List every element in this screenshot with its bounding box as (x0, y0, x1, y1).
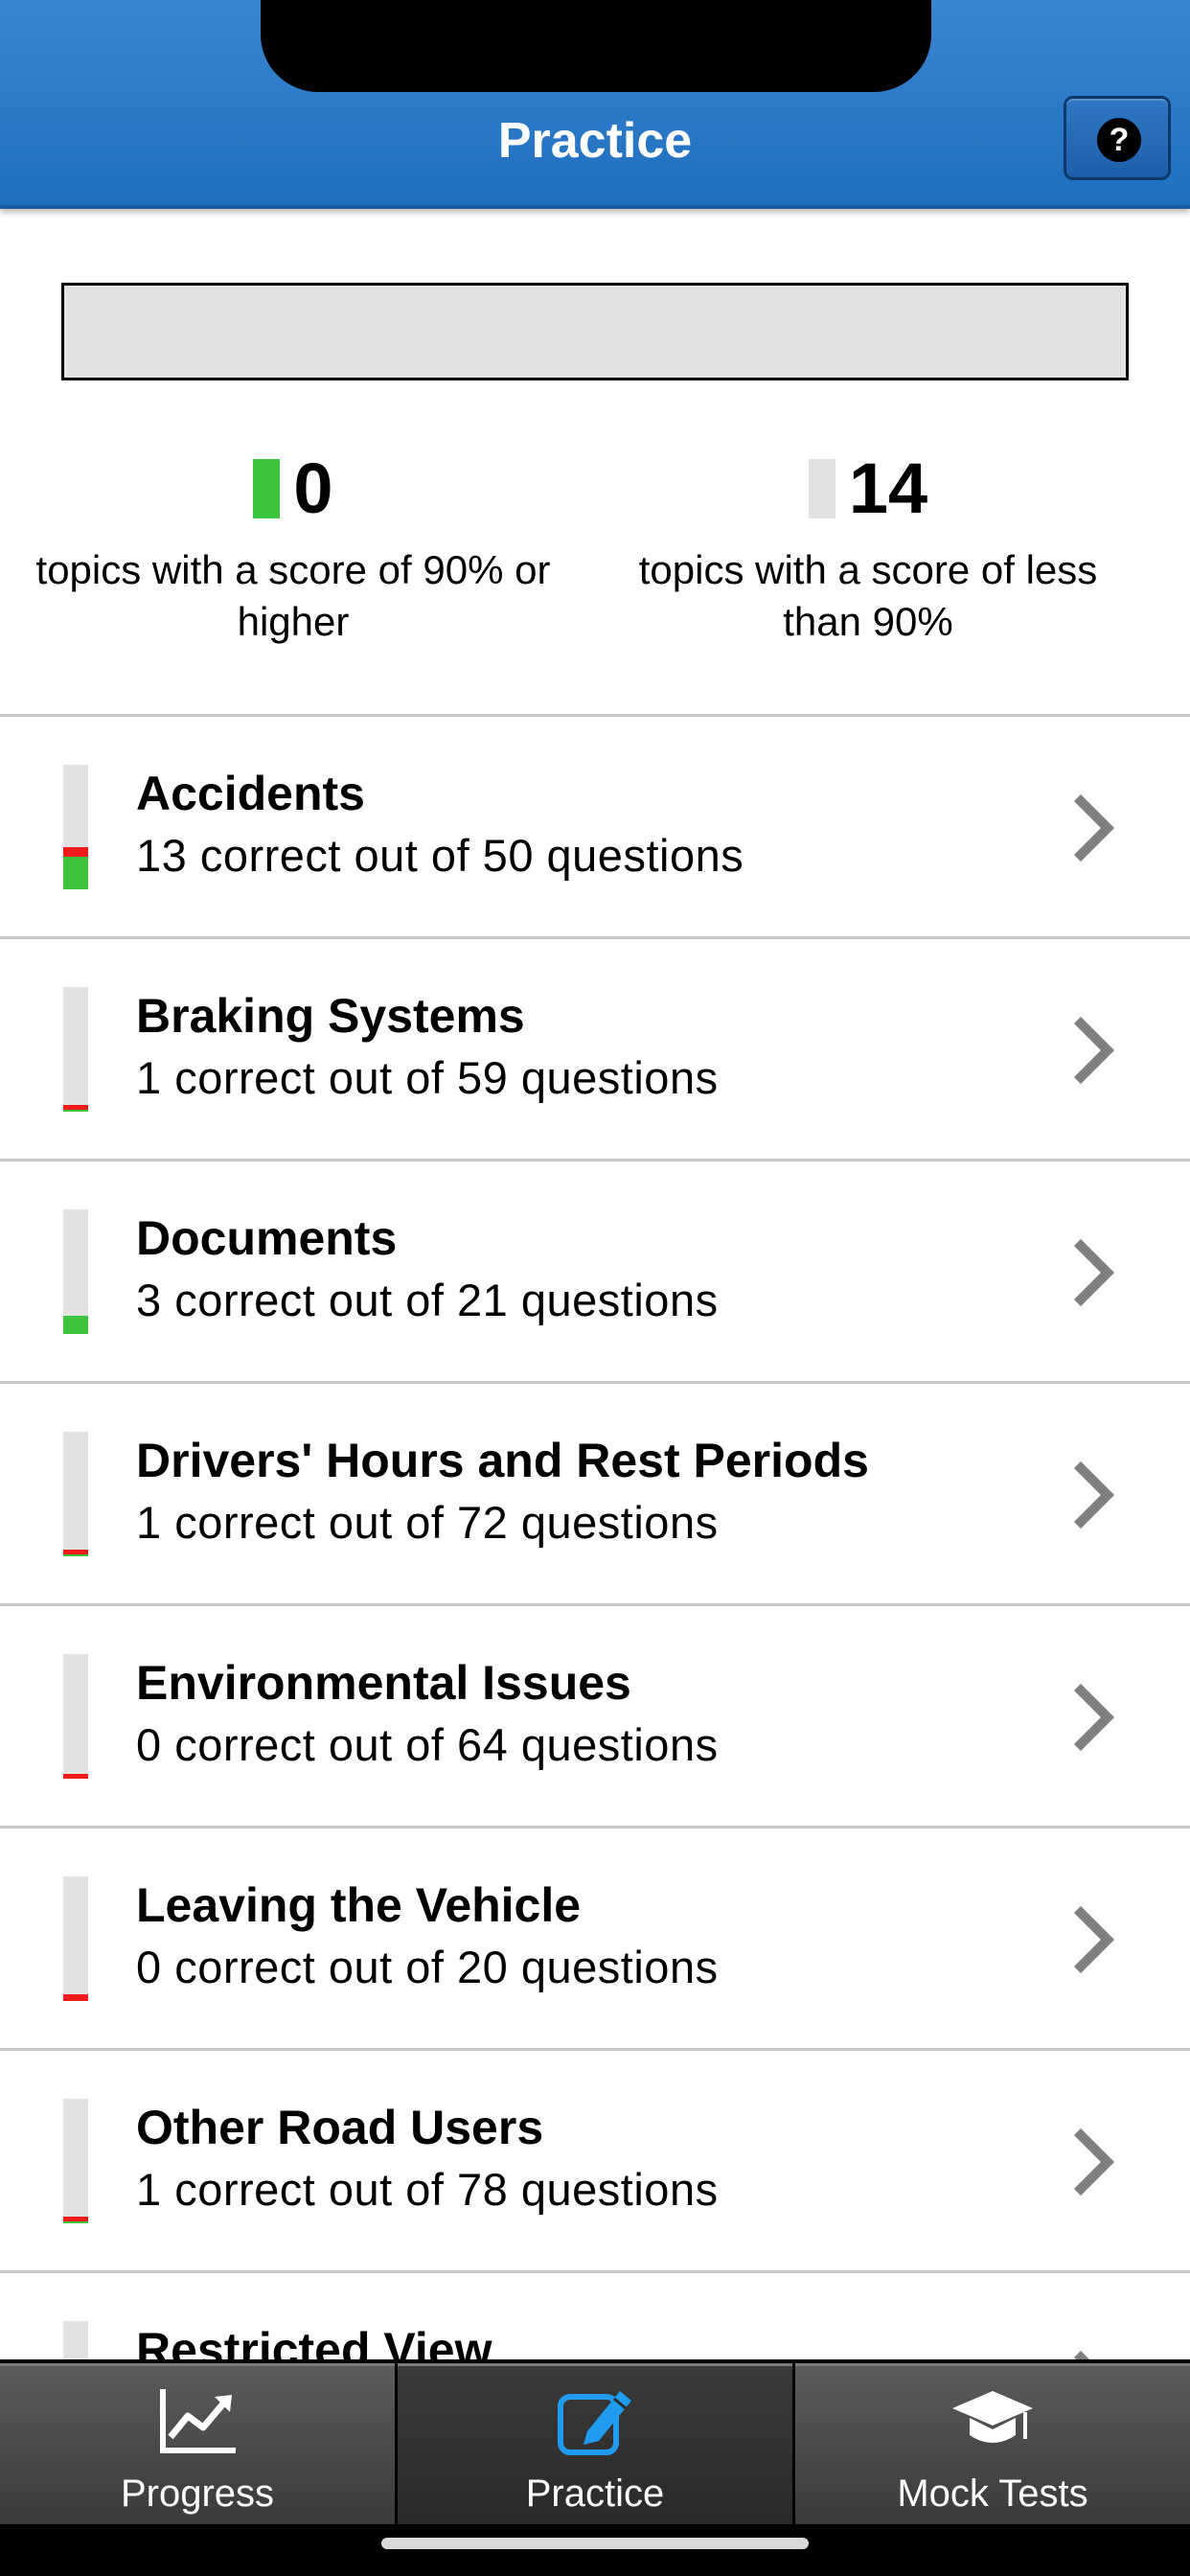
stat-low-score: 14 topics with a score of less than 90% (600, 450, 1136, 648)
topic-score: 0 correct out of 20 questions (136, 1942, 719, 1992)
chevron-right-icon (1073, 2128, 1115, 2196)
grey-swatch-icon (808, 459, 835, 518)
correct-fill (63, 1316, 88, 1334)
question-icon: ? (1097, 118, 1141, 162)
stat-high-score: 0 topics with a score of 90% or higher (25, 450, 561, 648)
score-meter (63, 1876, 88, 2001)
list-item[interactable]: Environmental Issues 0 correct out of 64… (0, 1606, 1190, 1828)
incorrect-fill (63, 847, 88, 857)
topic-score: 1 correct out of 72 questions (136, 1497, 719, 1548)
chevron-right-icon (1073, 794, 1115, 862)
score-meter (63, 1432, 88, 1556)
topic-score: 3 correct out of 21 questions (136, 1275, 719, 1325)
correct-fill (63, 1110, 88, 1112)
tab-mock-tests[interactable]: Mock Tests (795, 2363, 1190, 2524)
topic-title: Other Road Users (136, 2101, 544, 2154)
score-meter (63, 1654, 88, 1779)
score-meter (63, 2099, 88, 2223)
topic-score: 0 correct out of 64 questions (136, 1719, 719, 1770)
tab-label: Mock Tests (897, 2472, 1088, 2515)
correct-fill (63, 2221, 88, 2223)
low-score-count: 14 (848, 448, 928, 528)
correct-fill (63, 1554, 88, 1556)
topic-score: 1 correct out of 59 questions (136, 1052, 719, 1103)
topic-title: Drivers' Hours and Rest Periods (136, 1434, 869, 1487)
list-item[interactable]: Accidents 13 correct out of 50 questions (0, 717, 1190, 939)
chevron-right-icon (1073, 1905, 1115, 1974)
list-item[interactable]: Leaving the Vehicle 0 correct out of 20 … (0, 1828, 1190, 2051)
overall-progress-bar (61, 283, 1129, 380)
green-swatch-icon (253, 459, 281, 518)
incorrect-fill (63, 1774, 88, 1779)
nav-header: Practice ? (0, 0, 1190, 209)
edit-icon (558, 2391, 631, 2455)
chevron-right-icon (1073, 1683, 1115, 1752)
topic-title: Accidents (136, 767, 365, 820)
list-item[interactable]: Braking Systems 1 correct out of 59 ques… (0, 939, 1190, 1162)
score-meter (63, 765, 88, 889)
topic-list[interactable]: Accidents 13 correct out of 50 questions… (0, 714, 1190, 2365)
chart-line-icon (160, 2389, 236, 2453)
topic-score: 13 correct out of 50 questions (136, 830, 744, 881)
help-button[interactable]: ? (1064, 96, 1171, 180)
low-score-label: topics with a score of less than 90% (638, 547, 1098, 644)
graduation-cap-icon (952, 2391, 1033, 2443)
list-item[interactable]: Other Road Users 1 correct out of 78 que… (0, 2051, 1190, 2273)
chevron-right-icon (1073, 1238, 1115, 1307)
tab-label: Practice (525, 2472, 665, 2515)
topic-title: Documents (136, 1211, 398, 1265)
topic-title: Environmental Issues (136, 1656, 631, 1710)
tab-progress[interactable]: Progress (0, 2363, 395, 2524)
topic-title: Braking Systems (136, 989, 525, 1043)
high-score-label: topics with a score of 90% or higher (35, 547, 551, 644)
score-meter (63, 1209, 88, 1334)
list-item[interactable]: Restricted View (0, 2273, 1190, 2365)
topic-title: Leaving the Vehicle (136, 1878, 582, 1932)
list-item[interactable]: Documents 3 correct out of 21 questions (0, 1162, 1190, 1384)
list-item[interactable]: Drivers' Hours and Rest Periods 1 correc… (0, 1384, 1190, 1606)
chevron-right-icon (1073, 1016, 1115, 1085)
correct-fill (63, 857, 88, 889)
topic-score: 1 correct out of 78 questions (136, 2164, 719, 2215)
tab-practice[interactable]: Practice (398, 2363, 792, 2524)
high-score-count: 0 (293, 448, 333, 528)
home-indicator (381, 2538, 809, 2549)
device-notch (261, 0, 931, 92)
tab-label: Progress (120, 2472, 275, 2515)
score-meter (63, 987, 88, 1112)
incorrect-fill (63, 1994, 88, 2001)
page-title: Practice (497, 113, 693, 169)
chevron-right-icon (1073, 1460, 1115, 1530)
